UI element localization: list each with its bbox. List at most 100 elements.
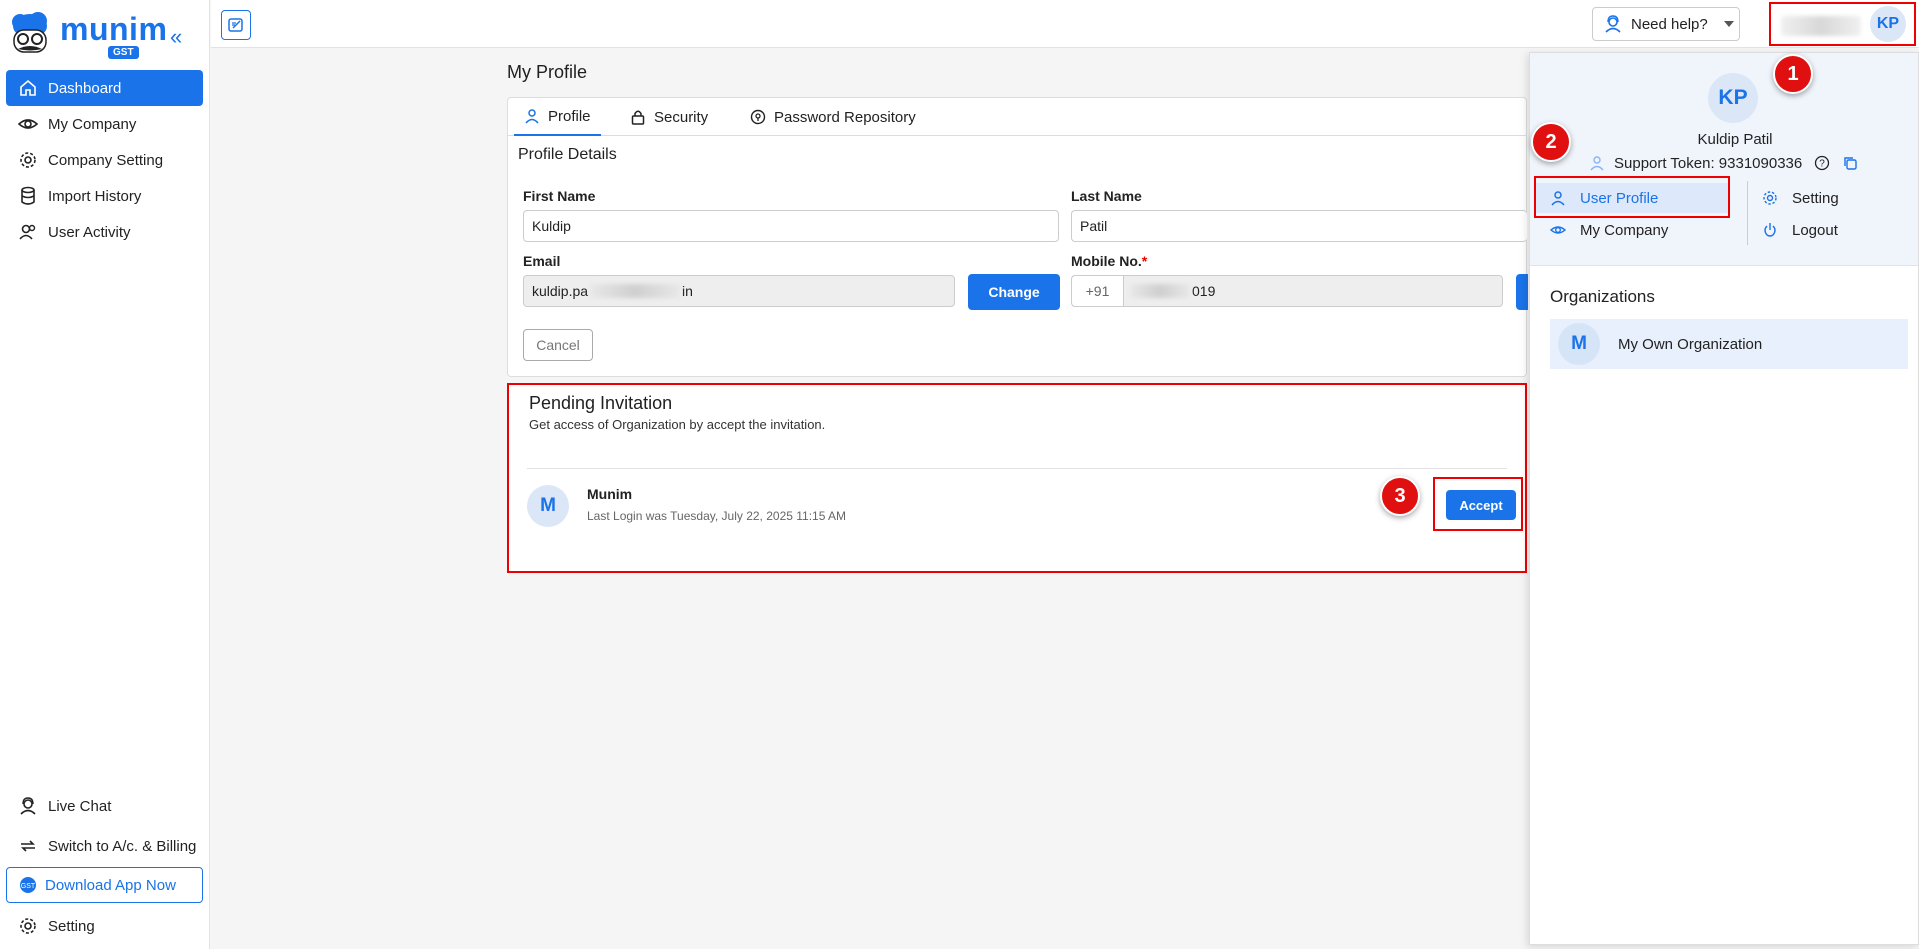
sidebar-item-company-setting[interactable]: Company Setting	[6, 142, 203, 178]
user-icon	[525, 109, 539, 124]
email-end: in	[682, 283, 693, 299]
gear-icon	[1763, 191, 1777, 205]
copy-icon[interactable]	[1842, 155, 1858, 171]
tab-security[interactable]: Security	[620, 98, 718, 136]
sidebar-item-label: Switch to A/c. & Billing	[48, 837, 197, 855]
redacted-user-name	[1781, 16, 1861, 36]
divider	[527, 468, 1507, 469]
tab-profile[interactable]: Profile	[514, 98, 601, 136]
menu-item-label: My Company	[1580, 221, 1669, 239]
invitation-last-login: Last Login was Tuesday, July 22, 2025 11…	[587, 509, 847, 523]
first-name-field[interactable]: Kuldip	[523, 210, 1059, 242]
email-label: Email	[523, 253, 561, 269]
eye-icon	[1550, 226, 1566, 234]
support-token: Support Token: 9331090336	[1614, 154, 1803, 172]
tab-label: Security	[654, 108, 709, 126]
mobile-field: +91 019	[1071, 275, 1503, 307]
organization-item[interactable]: M My Own Organization	[1550, 319, 1908, 369]
avatar: KP	[1870, 6, 1906, 42]
brand-gst-tag: GST	[108, 46, 139, 59]
user-menu-dropdown: KP Kuldip Patil Support Token: 933109033…	[1529, 52, 1919, 945]
user-menu-button[interactable]: KP	[1769, 2, 1916, 46]
avatar: M	[1558, 323, 1600, 365]
download-app-label: Download App Now	[45, 876, 176, 894]
support-icon	[1590, 156, 1604, 171]
sidebar-item-import-history[interactable]: Import History	[6, 178, 203, 214]
collapse-sidebar-icon[interactable]: «	[170, 26, 182, 48]
invitation-org-name: Munim	[587, 486, 633, 502]
sidebar-item-label: Import History	[48, 187, 142, 205]
svg-text:?: ?	[1819, 159, 1825, 170]
sidebar: munim GST « Dashboard My Company Company…	[0, 0, 210, 949]
sidebar-item-dashboard[interactable]: Dashboard	[6, 70, 203, 106]
required-asterisk: *	[1141, 253, 1148, 269]
sidebar-item-label: Live Chat	[48, 797, 112, 815]
user-menu-header: KP Kuldip Patil Support Token: 933109033…	[1530, 53, 1918, 266]
country-code: +91	[1072, 276, 1124, 306]
avatar: KP	[1708, 73, 1758, 123]
profile-tabs: Profile Security Password Repository	[508, 98, 1526, 136]
step-badge-1: 1	[1773, 54, 1813, 94]
mobile-end: 019	[1192, 283, 1216, 299]
sidebar-item-live-chat[interactable]: Live Chat	[6, 788, 203, 824]
invitation-title: Pending Invitation	[529, 393, 673, 413]
gear-icon	[20, 152, 36, 168]
redacted-email	[590, 284, 681, 298]
user-profile-highlight	[1534, 176, 1730, 218]
download-app-button[interactable]: GST Download App Now	[6, 867, 203, 903]
section-title: Profile Details	[518, 146, 617, 163]
invitation-subtitle: Get access of Organization by accept the…	[529, 417, 826, 432]
avatar: M	[527, 485, 569, 527]
menu-item-label: Setting	[1792, 189, 1839, 207]
sidebar-item-label: Company Setting	[48, 151, 164, 169]
home-icon	[20, 79, 36, 96]
need-help-button[interactable]: Need help?	[1592, 7, 1740, 41]
sidebar-item-setting[interactable]: Setting	[6, 908, 203, 944]
sidebar-item-user-activity[interactable]: User Activity	[6, 214, 203, 250]
tab-password-repository[interactable]: Password Repository	[740, 98, 926, 136]
sidebar-item-label: Dashboard	[48, 79, 122, 97]
profile-card: Profile Security Password Repository Pro…	[507, 97, 1528, 377]
sidebar-item-label: User Activity	[48, 223, 131, 241]
menu-item-my-company[interactable]: My Company	[1536, 215, 1668, 245]
brand-wordmark: munim	[60, 11, 168, 47]
menu-item-label: Logout	[1792, 221, 1838, 239]
sidebar-item-label: Setting	[48, 917, 95, 935]
mobile-label-text: Mobile No.	[1071, 253, 1142, 269]
menu-item-setting[interactable]: Setting	[1748, 183, 1839, 213]
power-icon	[1764, 223, 1776, 237]
sidebar-item-switch-billing[interactable]: Switch to A/c. & Billing	[6, 828, 203, 864]
eye-icon	[18, 119, 38, 129]
step-badge-2: 2	[1531, 122, 1571, 162]
change-mobile-button[interactable]	[1516, 274, 1528, 310]
email-field: kuldip.pa in	[523, 275, 955, 307]
help-circle-icon[interactable]: ?	[1814, 155, 1830, 171]
switch-icon	[21, 840, 35, 852]
app-badge-icon: GST	[20, 877, 36, 893]
database-icon	[21, 186, 35, 205]
cancel-button[interactable]: Cancel	[523, 329, 593, 361]
tab-label: Profile	[548, 107, 591, 125]
tab-label: Password Repository	[774, 108, 916, 126]
accept-button[interactable]: Accept	[1446, 490, 1516, 520]
step-badge-3: 3	[1380, 476, 1420, 516]
need-help-label: Need help?	[1631, 15, 1708, 33]
organizations-title: Organizations	[1550, 287, 1655, 306]
menu-item-logout[interactable]: Logout	[1748, 215, 1838, 245]
edit-note-icon	[228, 18, 243, 32]
pending-invitation-panel: Pending Invitation Get access of Organiz…	[507, 383, 1527, 573]
support-token-row: Support Token: 9331090336 ?	[1588, 154, 1858, 172]
quick-note-button[interactable]	[221, 10, 251, 40]
caret-down-icon	[1723, 21, 1734, 27]
last-name-field[interactable]: Patil	[1071, 210, 1527, 242]
change-email-button[interactable]: Change	[968, 274, 1060, 310]
key-shield-icon	[750, 109, 766, 125]
redacted-mobile	[1130, 284, 1190, 298]
munim-cloud-icon	[12, 12, 47, 53]
support-agent-icon	[20, 797, 36, 815]
sidebar-item-my-company[interactable]: My Company	[6, 106, 203, 142]
support-agent-icon	[1605, 15, 1621, 33]
organization-name: My Own Organization	[1618, 335, 1763, 353]
svg-text:GST: GST	[21, 883, 36, 890]
munim-logo[interactable]: munim GST	[8, 10, 167, 62]
